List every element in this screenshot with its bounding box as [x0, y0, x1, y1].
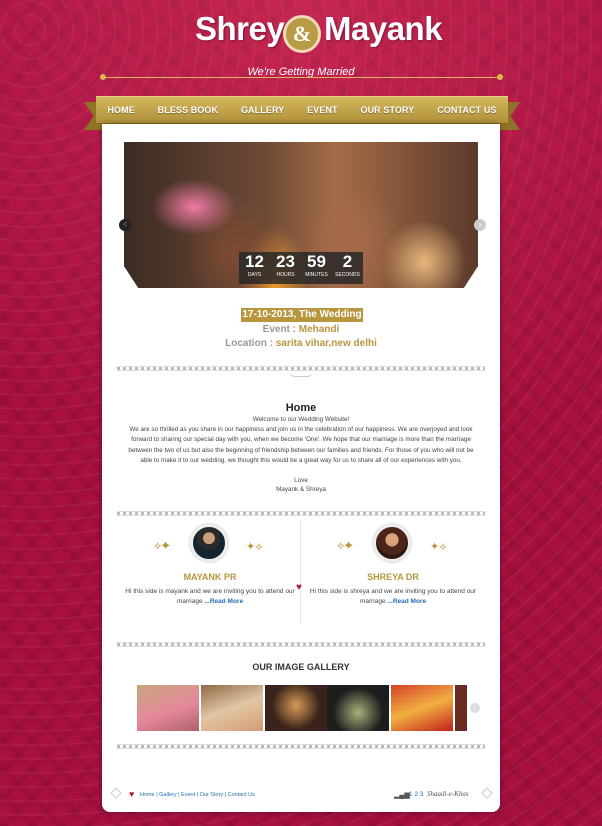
- countdown-hours-label: HOURS: [276, 272, 295, 278]
- nav-bar: HOME BLESS BOOK GALLERY EVENT OUR STORY …: [96, 96, 508, 124]
- ornament-icon: ✦⟡: [430, 541, 447, 553]
- ampersand-badge: &: [283, 15, 321, 53]
- countdown-seconds: 2 SECONDS: [334, 252, 362, 284]
- nav-contact-us[interactable]: CONTACT US: [437, 105, 496, 115]
- groom-read-more-link[interactable]: ...Read More: [204, 598, 243, 605]
- section-divider: [117, 511, 485, 516]
- couple-signature: Mayank & Shreya: [276, 486, 326, 493]
- location-line: Location : sarita vihar,new delhi: [0, 338, 602, 349]
- footer-heart-icon: ♥: [129, 789, 135, 799]
- home-heading: Home: [285, 402, 317, 414]
- countdown-minutes-label: MINUTES: [305, 272, 328, 278]
- countdown-timer: 12 DAYS 23 HOURS 59 MINUTES 2 SECONDS: [239, 252, 363, 284]
- bride-read-more-link[interactable]: ...Read More: [387, 598, 426, 605]
- gallery-heading: OUR IMAGE GALLERY: [252, 662, 350, 672]
- nav-bless-book[interactable]: BLESS BOOK: [158, 105, 219, 115]
- countdown-minutes: 59 MINUTES: [303, 252, 331, 284]
- brand-signature: Shaadi-e-Khas: [427, 790, 469, 798]
- footer-links[interactable]: Home | Gallery | Event | Our Story | Con…: [140, 792, 255, 798]
- bride-avatar[interactable]: [373, 524, 411, 562]
- welcome-body: We are so thrilled as you share in our h…: [128, 426, 474, 464]
- groom-profile-text: Hi this side is mayank and we are inviti…: [120, 587, 300, 607]
- location-label: Location :: [225, 338, 273, 349]
- share-icon[interactable]: ⁖: [119, 219, 131, 231]
- event-value: Mehandi: [298, 324, 340, 335]
- site-header: Shreya & Mayank: [0, 6, 602, 56]
- profile-separator: [300, 520, 301, 624]
- location-value: sarita vihar,new delhi: [275, 338, 377, 349]
- gallery-thumbnail[interactable]: [137, 685, 199, 731]
- welcome-message: Welcome to our Wedding Website! We are s…: [122, 415, 480, 466]
- nav-gallery[interactable]: GALLERY: [241, 105, 284, 115]
- countdown-seconds-value: 2: [342, 252, 353, 271]
- love-word: Love: [294, 477, 308, 484]
- gallery-thumbnail[interactable]: [455, 685, 467, 731]
- divider-dot-left: [100, 74, 106, 80]
- nav-our-story[interactable]: OUR STORY: [360, 105, 414, 115]
- bride-profile-name: SHREYA DR: [367, 572, 419, 582]
- countdown-hours: 23 HOURS: [272, 252, 300, 284]
- event-label: Event :: [262, 324, 296, 335]
- gallery-thumbnail[interactable]: [265, 685, 327, 731]
- countdown-days: 12 DAYS: [241, 252, 269, 284]
- gallery-thumbnail[interactable]: [201, 685, 263, 731]
- bride-profile-text: Hi this side is shreya and we are inviti…: [303, 587, 483, 607]
- countdown-minutes-value: 59: [307, 252, 326, 271]
- groom-avatar[interactable]: [190, 524, 228, 562]
- divider-ornament: [289, 371, 313, 377]
- groom-profile-name: MAYANK PR: [183, 572, 237, 582]
- nav-event[interactable]: EVENT: [307, 105, 338, 115]
- countdown-days-value: 12: [245, 252, 264, 271]
- ornament-icon: ⟡✦: [337, 540, 353, 552]
- divider-dot-right: [497, 74, 503, 80]
- event-line: Event : Mehandi: [0, 324, 602, 335]
- gallery-next-icon[interactable]: ›: [470, 703, 480, 713]
- slider-next-icon[interactable]: ›: [474, 219, 486, 231]
- groom-name: Mayank: [324, 10, 443, 47]
- ornament-icon: ✦⟡: [246, 541, 263, 553]
- tagline-divider: [103, 77, 500, 78]
- gallery-thumbnail[interactable]: [391, 685, 453, 731]
- countdown-hours-value: 23: [276, 252, 295, 271]
- footer-pagination[interactable]: 1 2 3: [409, 791, 423, 798]
- gallery-thumbnail[interactable]: [327, 685, 389, 731]
- countdown-days-label: DAYS: [247, 272, 262, 278]
- countdown-seconds-label: SECONDS: [335, 272, 360, 278]
- bar-chart-icon: ▂▄▆: [394, 792, 410, 799]
- welcome-line: Welcome to our Wedding Website!: [252, 416, 350, 423]
- section-divider: [117, 642, 485, 647]
- ornament-icon: ⟡✦: [154, 540, 170, 552]
- love-signoff: Love Mayank & Shreya: [0, 476, 602, 494]
- wedding-date-badge: 17-10-2013, The Wedding Date: [241, 308, 363, 334]
- nav-home[interactable]: HOME: [107, 105, 134, 115]
- section-divider: [117, 744, 485, 749]
